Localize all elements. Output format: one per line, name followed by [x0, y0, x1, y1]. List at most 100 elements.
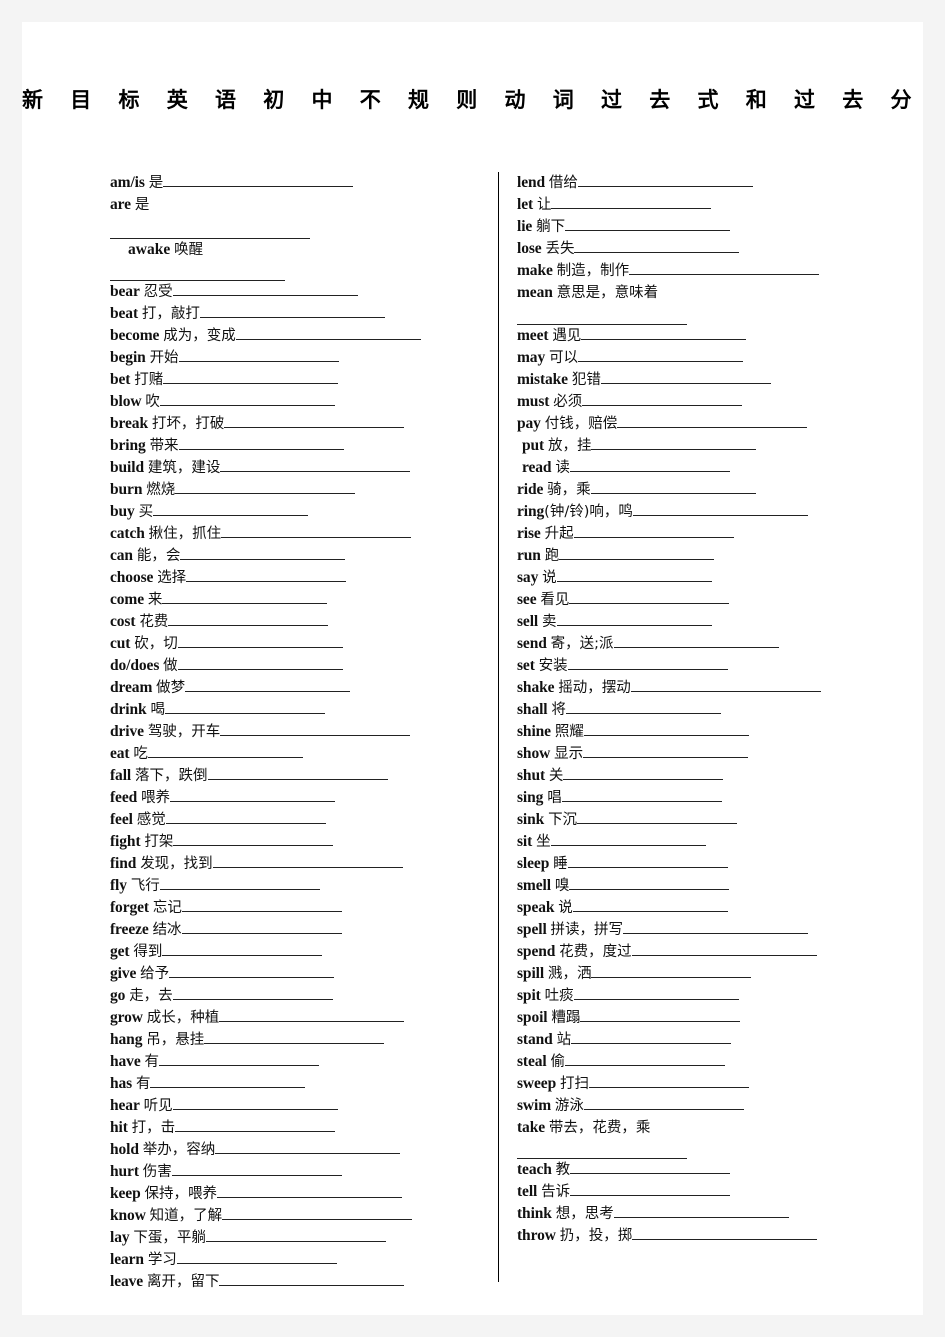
- verb-entry: bet 打赌: [110, 369, 490, 391]
- answer-blank[interactable]: [205, 1229, 386, 1243]
- answer-blank[interactable]: [517, 311, 687, 325]
- answer-blank[interactable]: [159, 393, 335, 407]
- answer-blank[interactable]: [617, 414, 808, 428]
- answer-blank[interactable]: [583, 744, 749, 758]
- answer-blank[interactable]: [588, 1074, 749, 1088]
- answer-blank[interactable]: [159, 877, 320, 891]
- answer-blank[interactable]: [158, 1053, 319, 1067]
- answer-blank[interactable]: [172, 1097, 338, 1111]
- answer-blank[interactable]: [590, 480, 756, 494]
- answer-blank[interactable]: [569, 458, 730, 472]
- answer-blank[interactable]: [178, 349, 339, 363]
- answer-blank[interactable]: [173, 833, 334, 847]
- answer-blank[interactable]: [204, 1031, 385, 1045]
- answer-blank[interactable]: [550, 832, 706, 846]
- answer-blank[interactable]: [221, 525, 412, 539]
- answer-blank[interactable]: [582, 392, 743, 406]
- answer-blank[interactable]: [573, 986, 739, 1000]
- answer-blank[interactable]: [577, 173, 753, 187]
- answer-blank[interactable]: [632, 502, 808, 516]
- answer-blank[interactable]: [220, 459, 411, 473]
- answer-blank[interactable]: [583, 722, 749, 736]
- answer-blank[interactable]: [219, 1273, 405, 1287]
- answer-blank[interactable]: [556, 568, 712, 582]
- answer-blank[interactable]: [569, 876, 730, 890]
- answer-blank[interactable]: [175, 1119, 336, 1133]
- answer-blank[interactable]: [165, 811, 326, 825]
- answer-blank[interactable]: [219, 1009, 405, 1023]
- answer-blank[interactable]: [577, 810, 738, 824]
- answer-blank[interactable]: [574, 239, 740, 253]
- answer-blank[interactable]: [556, 612, 712, 626]
- answer-blank[interactable]: [567, 656, 728, 670]
- verb-gloss: 跑: [544, 547, 560, 564]
- answer-blank[interactable]: [212, 855, 403, 869]
- answer-blank[interactable]: [565, 1052, 726, 1066]
- answer-blank[interactable]: [185, 679, 351, 693]
- answer-blank[interactable]: [178, 437, 344, 451]
- answer-blank[interactable]: [629, 261, 820, 275]
- answer-blank[interactable]: [177, 635, 343, 649]
- answer-blank[interactable]: [150, 1075, 306, 1089]
- answer-blank[interactable]: [170, 789, 336, 803]
- answer-blank[interactable]: [172, 987, 333, 1001]
- answer-blank[interactable]: [224, 415, 405, 429]
- answer-blank[interactable]: [581, 326, 747, 340]
- answer-blank[interactable]: [580, 1008, 741, 1022]
- answer-blank[interactable]: [175, 481, 356, 495]
- answer-blank[interactable]: [623, 920, 809, 934]
- answer-blank[interactable]: [216, 1185, 402, 1199]
- answer-blank[interactable]: [164, 701, 325, 715]
- answer-blank[interactable]: [171, 1163, 342, 1177]
- answer-blank[interactable]: [207, 767, 388, 781]
- answer-blank[interactable]: [583, 1096, 744, 1110]
- answer-blank[interactable]: [570, 1161, 731, 1175]
- answer-blank[interactable]: [181, 921, 342, 935]
- answer-blank[interactable]: [613, 1205, 789, 1219]
- answer-blank[interactable]: [180, 547, 346, 561]
- answer-blank[interactable]: [631, 942, 817, 956]
- answer-blank[interactable]: [570, 1183, 731, 1197]
- answer-blank[interactable]: [186, 569, 347, 583]
- answer-blank[interactable]: [572, 898, 728, 912]
- answer-blank[interactable]: [567, 854, 728, 868]
- answer-blank[interactable]: [163, 173, 354, 187]
- answer-blank[interactable]: [569, 590, 730, 604]
- answer-blank[interactable]: [222, 1207, 413, 1221]
- answer-blank[interactable]: [215, 1141, 401, 1155]
- answer-blank[interactable]: [169, 965, 335, 979]
- answer-blank[interactable]: [177, 657, 343, 671]
- answer-blank[interactable]: [559, 546, 715, 560]
- answer-blank[interactable]: [110, 225, 310, 239]
- answer-blank[interactable]: [632, 1227, 818, 1241]
- answer-blank[interactable]: [199, 305, 385, 319]
- answer-blank[interactable]: [176, 1251, 337, 1265]
- answer-blank[interactable]: [163, 371, 339, 385]
- answer-blank[interactable]: [551, 195, 712, 209]
- answer-blank[interactable]: [181, 899, 342, 913]
- answer-blank[interactable]: [220, 723, 411, 737]
- answer-blank[interactable]: [162, 591, 328, 605]
- answer-blank[interactable]: [565, 700, 721, 714]
- answer-blank[interactable]: [153, 503, 309, 517]
- answer-blank[interactable]: [147, 745, 303, 759]
- verb-word: keep: [110, 1185, 141, 1203]
- answer-blank[interactable]: [162, 943, 323, 957]
- answer-blank[interactable]: [613, 634, 779, 648]
- answer-blank[interactable]: [561, 788, 722, 802]
- answer-blank[interactable]: [235, 327, 421, 341]
- answer-blank[interactable]: [591, 436, 757, 450]
- answer-blank[interactable]: [563, 766, 724, 780]
- verb-gloss: 骑，乘: [547, 481, 591, 498]
- answer-blank[interactable]: [600, 370, 771, 384]
- answer-blank[interactable]: [168, 613, 329, 627]
- answer-blank[interactable]: [517, 1146, 687, 1160]
- answer-blank[interactable]: [571, 1030, 732, 1044]
- answer-blank[interactable]: [172, 283, 358, 297]
- answer-blank[interactable]: [591, 964, 752, 978]
- answer-blank[interactable]: [573, 524, 734, 538]
- answer-blank[interactable]: [110, 268, 285, 282]
- answer-blank[interactable]: [565, 217, 731, 231]
- answer-blank[interactable]: [630, 678, 821, 692]
- answer-blank[interactable]: [578, 348, 743, 362]
